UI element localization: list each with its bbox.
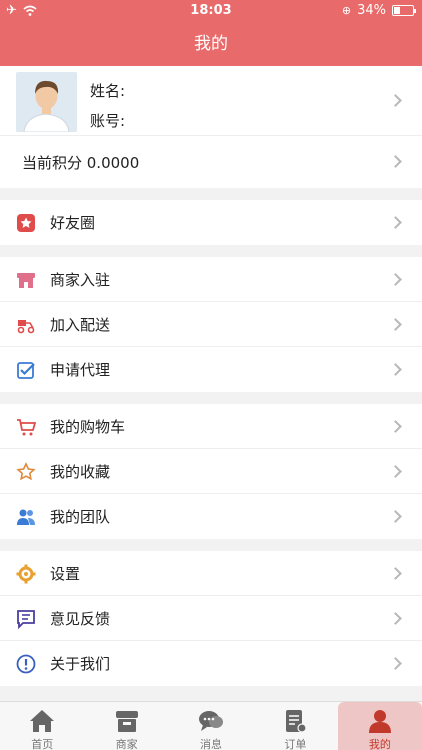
points-row[interactable]: 当前积分 0.0000 — [0, 136, 422, 188]
star-outline-icon — [16, 462, 36, 482]
chevron-right-icon — [389, 273, 402, 286]
chevron-right-icon — [389, 363, 402, 376]
menu-item-label: 我的收藏 — [50, 462, 111, 481]
chevron-right-icon — [389, 155, 402, 168]
tab-user[interactable]: 我的 — [337, 702, 422, 750]
menu-item-label: 意见反馈 — [50, 609, 111, 628]
tab-label: 首页 — [31, 738, 54, 750]
points-label: 当前积分 0.0000 — [22, 153, 140, 172]
tab-label: 我的 — [368, 738, 391, 750]
menu-item[interactable]: 意见反馈 — [0, 596, 422, 641]
tab-chat[interactable]: 消息 — [169, 702, 253, 750]
feedback-icon — [16, 609, 36, 630]
menu-item[interactable]: 设置 — [0, 551, 422, 596]
cart-icon — [16, 417, 37, 437]
section-gap — [0, 392, 422, 404]
menu-item[interactable]: 我的购物车 — [0, 404, 422, 449]
tab-store[interactable]: 商家 — [84, 702, 168, 750]
battery-percent: 34% — [357, 3, 386, 18]
chevron-right-icon — [389, 94, 402, 107]
page-title: 我的 — [0, 22, 422, 66]
avatar[interactable] — [16, 72, 77, 132]
account-label: 账号: — [90, 112, 126, 130]
menu-item-label: 我的购物车 — [50, 417, 126, 436]
menu-group: 设置意见反馈关于我们 — [0, 551, 422, 686]
menu-item[interactable]: 商家入驻 — [0, 257, 422, 302]
chevron-right-icon — [389, 612, 402, 625]
menu-item-label: 加入配送 — [50, 315, 111, 334]
team-icon — [16, 507, 36, 527]
menu-group: 商家入驻加入配送申请代理 — [0, 257, 422, 392]
tab-label: 消息 — [200, 738, 223, 750]
order-icon — [281, 708, 309, 734]
store-icon — [113, 708, 141, 734]
rotation-lock-icon: ⊕ — [341, 4, 352, 17]
chat-icon — [197, 708, 225, 734]
name-label: 姓名: — [90, 82, 126, 100]
menu-item-label: 商家入驻 — [50, 270, 111, 289]
menu-group: 我的购物车我的收藏我的团队 — [0, 404, 422, 539]
info-icon — [16, 654, 36, 674]
battery-icon — [392, 5, 416, 16]
section-gap — [0, 539, 422, 551]
chevron-right-icon — [389, 216, 402, 229]
star-icon — [16, 213, 36, 233]
menu-item[interactable]: 我的收藏 — [0, 449, 422, 494]
main-content: 姓名: 账号: 当前积分 0.0000 好友圈商家入驻加入配送申请代理我的购物车… — [0, 66, 422, 686]
chevron-right-icon — [389, 510, 402, 523]
chevron-right-icon — [389, 318, 402, 331]
menu-item-label: 关于我们 — [50, 655, 111, 673]
tab-label: 商家 — [115, 738, 138, 750]
menu-item-label: 我的团队 — [50, 508, 111, 526]
menu-item[interactable]: 关于我们 — [0, 641, 422, 686]
section-gap — [0, 245, 422, 257]
status-bar: ✈ 18:03 ⊕ 34% — [0, 0, 422, 22]
gear-icon — [16, 564, 36, 584]
chevron-right-icon — [389, 567, 402, 580]
section-gap — [0, 188, 422, 200]
tab-order[interactable]: 订单 — [253, 702, 337, 750]
menu-item-label: 申请代理 — [50, 361, 111, 379]
tab-bar: 首页 商家 消息 订单 我的 — [0, 701, 422, 750]
home-icon — [28, 708, 56, 734]
profile-header[interactable]: 姓名: 账号: — [0, 66, 422, 136]
menu-item[interactable]: 申请代理 — [0, 347, 422, 392]
chevron-right-icon — [389, 657, 402, 670]
tab-label: 订单 — [284, 738, 307, 750]
menu-item[interactable]: 加入配送 — [0, 302, 422, 347]
delivery-icon — [16, 315, 36, 335]
user-icon — [366, 708, 394, 734]
menu-item-label: 好友圈 — [50, 214, 96, 232]
menu-item[interactable]: 我的团队 — [0, 494, 422, 539]
check-icon — [16, 360, 36, 380]
menu-group: 好友圈 — [0, 200, 422, 245]
menu-groups: 好友圈商家入驻加入配送申请代理我的购物车我的收藏我的团队设置意见反馈关于我们 — [0, 188, 422, 686]
menu-item-label: 设置 — [50, 564, 81, 583]
chevron-right-icon — [389, 465, 402, 478]
menu-item[interactable]: 好友圈 — [0, 200, 422, 245]
chevron-right-icon — [389, 420, 402, 433]
shop-icon — [16, 270, 36, 290]
tab-home[interactable]: 首页 — [0, 702, 84, 750]
